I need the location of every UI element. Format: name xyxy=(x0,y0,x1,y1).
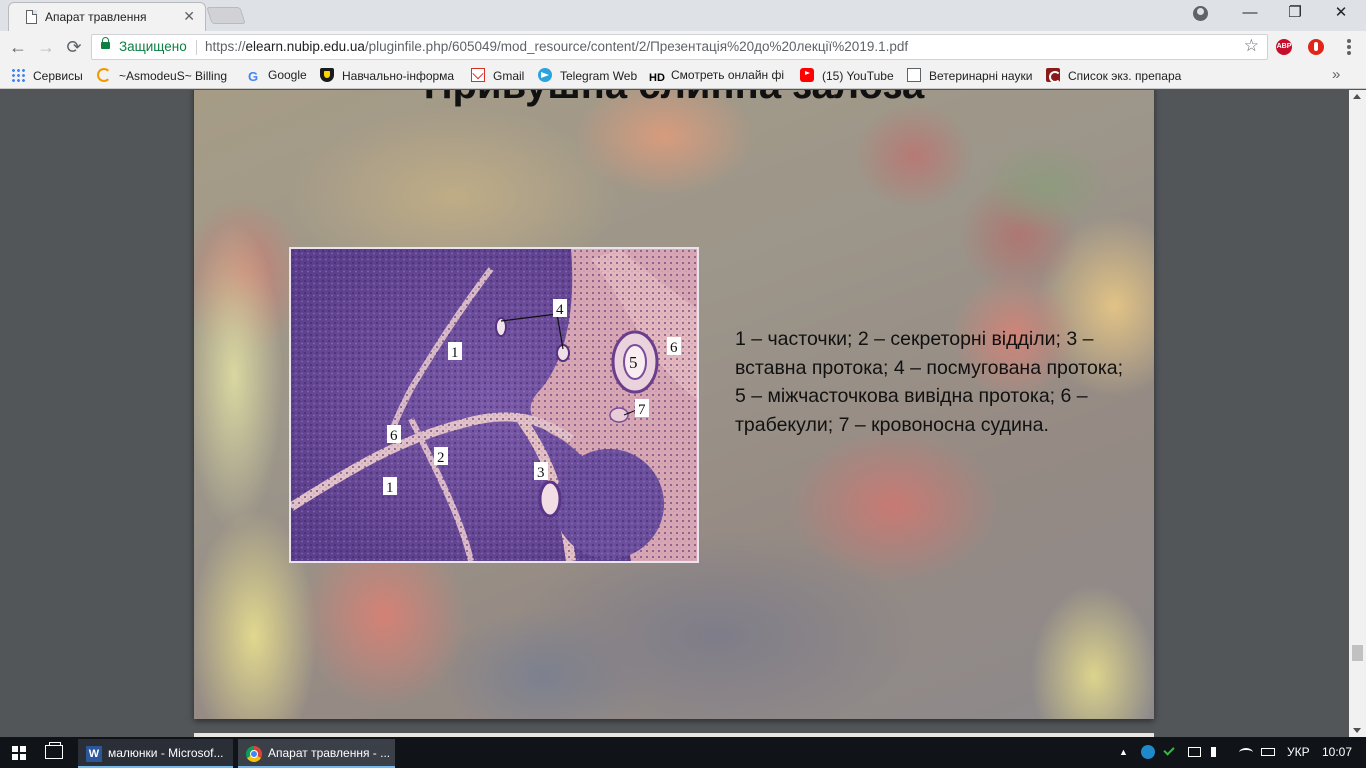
tab-active[interactable]: Апарат травлення ✕ xyxy=(8,2,206,31)
google-icon: G xyxy=(247,69,259,84)
scroll-down-arrow-icon[interactable] xyxy=(1353,728,1361,733)
taskbar-app-label: Апарат травлення - ... xyxy=(268,746,391,760)
windows-taskbar: W малюнки - Microsof... Апарат травлення… xyxy=(0,737,1366,768)
new-tab-button[interactable] xyxy=(206,7,246,24)
forward-button[interactable]: → xyxy=(34,35,58,59)
tab-strip: Апарат травлення ✕ — ❐ ✕ xyxy=(0,0,1366,31)
bookmark-label: Смотреть онлайн фі xyxy=(671,68,785,82)
account-icon[interactable] xyxy=(1193,6,1208,21)
word-icon: W xyxy=(86,746,102,762)
browser-menu-icon[interactable] xyxy=(1341,37,1357,57)
security-label: Защищено xyxy=(119,39,187,54)
bookmark-label: Сервисы xyxy=(33,69,83,83)
taskbar-app-word[interactable]: W малюнки - Microsof... xyxy=(78,739,233,768)
page-icon xyxy=(907,68,921,82)
bookmark-watch-online[interactable]: HD Смотреть онлайн фі xyxy=(649,68,784,84)
histology-micrograph: 1 2 3 4 5 6 7 1 6 xyxy=(289,247,699,563)
bookmark-label: Gmail xyxy=(493,69,525,83)
bookmark-educational[interactable]: Навчально-інформа xyxy=(320,68,454,84)
bookmark-label: Ветеринарні науки xyxy=(929,69,1033,83)
bookmark-label: ~AsmodeuS~ Billing xyxy=(119,69,228,83)
slide-caption: 1 – часточки; 2 – секреторні відділи; 3 … xyxy=(735,328,1124,436)
edge-icon[interactable] xyxy=(1141,745,1155,759)
chrome-icon xyxy=(246,746,262,762)
taskbar-app-chrome[interactable]: Апарат травлення - ... xyxy=(238,739,395,768)
micrograph-label-6: 6 xyxy=(670,340,678,356)
micrograph-label-5: 5 xyxy=(629,353,638,372)
document-icon xyxy=(26,10,37,24)
maximize-button[interactable]: ❐ xyxy=(1272,0,1318,28)
address-separator xyxy=(196,40,197,55)
bookmark-services[interactable]: Сервисы xyxy=(11,68,83,84)
c-logo-icon xyxy=(97,68,111,82)
checkmark-icon[interactable] xyxy=(1163,744,1175,756)
bookmarks-bar: Сервисы ~AsmodeuS~ Billing G Google Навча… xyxy=(0,63,1366,89)
wifi-icon[interactable] xyxy=(1239,748,1253,757)
vertical-scrollbar[interactable] xyxy=(1349,90,1366,737)
micrograph-label-7: 7 xyxy=(638,402,646,418)
minimize-button[interactable]: — xyxy=(1227,0,1273,28)
micrograph-label-6b: 6 xyxy=(390,428,398,444)
scroll-up-arrow-icon[interactable] xyxy=(1353,94,1361,99)
bookmark-exam-list[interactable]: Список экз. препара xyxy=(1046,68,1181,84)
tab-title: Апарат травлення xyxy=(45,10,147,24)
clock-time[interactable]: 10:07 xyxy=(1322,745,1352,759)
bookmark-asmodeus-billing[interactable]: ~AsmodeuS~ Billing xyxy=(97,68,227,84)
adblock-plus-icon[interactable]: ABP xyxy=(1276,39,1292,55)
url-text[interactable]: https://elearn.nubip.edu.ua/pluginfile.p… xyxy=(205,39,908,54)
battery-icon[interactable] xyxy=(1261,748,1275,756)
micrograph-label-4: 4 xyxy=(556,302,564,318)
lock-icon xyxy=(101,37,110,49)
micrograph-label-1: 1 xyxy=(451,345,459,361)
slide-title: Привушна слинна залоза xyxy=(194,90,1154,108)
gmail-icon xyxy=(471,68,485,82)
volume-icon[interactable] xyxy=(1211,747,1221,757)
micrograph-label-2: 2 xyxy=(437,450,445,466)
start-button[interactable] xyxy=(12,746,26,760)
url-path: /pluginfile.php/605049/mod_resource/cont… xyxy=(364,39,909,54)
list-icon xyxy=(1046,68,1061,83)
telegram-icon xyxy=(538,68,552,82)
address-bar[interactable]: Защищено https://elearn.nubip.edu.ua/plu… xyxy=(91,34,1268,60)
url-host: elearn.nubip.edu.ua xyxy=(245,39,365,54)
hd-icon: HD xyxy=(649,72,665,84)
bookmark-youtube[interactable]: (15) YouTube xyxy=(800,68,894,84)
adblock-icon[interactable] xyxy=(1308,39,1324,55)
bookmark-label: Telegram Web xyxy=(560,69,638,83)
micrograph-label-1b: 1 xyxy=(386,480,394,496)
pdf-viewer[interactable]: Привушна слинна залоза xyxy=(0,90,1366,737)
bookmark-label: (15) YouTube xyxy=(822,69,894,83)
micrograph-label-3: 3 xyxy=(537,465,545,481)
tab-close-icon[interactable]: ✕ xyxy=(183,8,195,25)
bookmarks-overflow-icon[interactable]: » xyxy=(1332,66,1340,83)
reload-button[interactable]: ⟳ xyxy=(62,35,86,59)
tray-chevron-icon[interactable]: ▲ xyxy=(1119,747,1128,757)
bookmark-gmail[interactable]: Gmail xyxy=(471,68,524,84)
taskbar-app-label: малюнки - Microsof... xyxy=(108,746,224,760)
bookmark-label: Список экз. препара xyxy=(1068,69,1182,83)
shield-icon xyxy=(320,68,334,82)
back-button[interactable]: ← xyxy=(6,35,30,59)
bookmark-veterinary[interactable]: Ветеринарні науки xyxy=(907,68,1032,84)
slide-page: Привушна слинна залоза xyxy=(194,90,1154,719)
task-view-icon[interactable] xyxy=(45,742,63,759)
bookmark-label: Навчально-інформа xyxy=(342,69,455,83)
close-window-button[interactable]: ✕ xyxy=(1318,0,1364,28)
youtube-icon xyxy=(800,68,814,82)
url-scheme: https:// xyxy=(205,39,246,54)
bookmark-label: Google xyxy=(268,68,307,82)
input-language[interactable]: УКР xyxy=(1287,745,1310,759)
micrograph-image: 1 2 3 4 5 6 7 1 6 xyxy=(291,249,697,561)
scrollbar-thumb[interactable] xyxy=(1352,645,1363,661)
bookmark-google[interactable]: G Google xyxy=(246,68,307,84)
bookmark-telegram[interactable]: Telegram Web xyxy=(538,68,637,84)
apps-grid-icon xyxy=(11,68,25,82)
browser-toolbar: ← → ⟳ Защищено https://elearn.nubip.edu.… xyxy=(0,31,1366,63)
bookmark-star-icon[interactable]: ☆ xyxy=(1244,36,1259,56)
network-icon[interactable] xyxy=(1188,747,1201,757)
